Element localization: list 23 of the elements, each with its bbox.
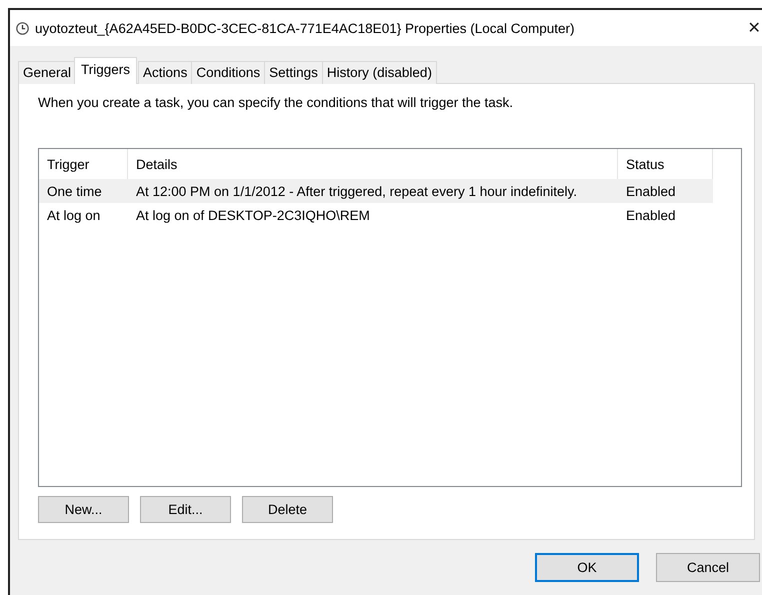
- table-cell-text: At log on of DESKTOP-2C3IQHO\REM: [135, 208, 371, 222]
- table-row-highlight[interactable]: One time At 12:00 PM on 1/1/2012 - After triggered, repeat every 1 hour indefinitely. Enabled: [39, 179, 713, 203]
- table-cell-text: Enabled: [625, 208, 677, 222]
- tab[interactable]: General: [18, 61, 76, 84]
- dialog-button[interactable]: OK: [535, 553, 639, 582]
- list-button[interactable]: New...: [38, 496, 129, 523]
- table-row[interactable]: At log on At log on of DESKTOP-2C3IQHO\REM Enabled: [39, 203, 713, 227]
- list-button[interactable]: Edit...: [140, 496, 231, 523]
- tab[interactable]: Settings: [264, 61, 323, 84]
- description-text: When you create a task, you can specify the conditions that will trigger the task.: [38, 95, 514, 110]
- clock-icon: [16, 22, 29, 34]
- close-icon[interactable]: ✕: [746, 18, 762, 38]
- table-cell-text: One time: [46, 184, 103, 198]
- list-button[interactable]: Delete: [242, 496, 333, 523]
- table-cell-text: At log on: [46, 208, 102, 222]
- tab[interactable]: Conditions: [191, 61, 266, 84]
- table-cell-text: At 12:00 PM on 1/1/2012 - After triggered, repeat every 1 hour indefinitely.: [135, 184, 578, 198]
- tab[interactable]: History (disabled): [322, 61, 437, 84]
- window-title: uyotozteut_{A62A45ED-B0DC-3CEC-81CA-771E4AC18E01} Properties (Local Computer): [35, 20, 576, 36]
- tab[interactable]: Actions: [138, 61, 192, 84]
- dialog-button[interactable]: Cancel: [656, 553, 760, 582]
- table-cell-text: Enabled: [625, 184, 677, 198]
- tab[interactable]: Triggers: [74, 57, 138, 84]
